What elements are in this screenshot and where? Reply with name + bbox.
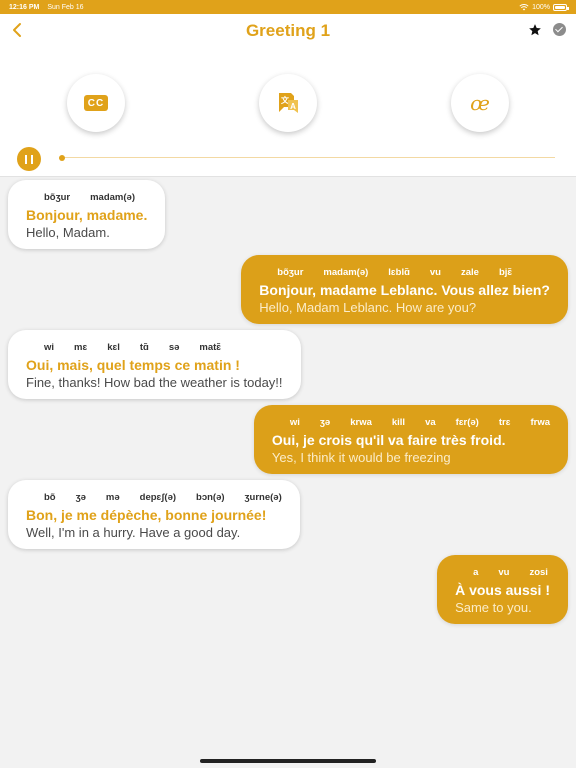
french-text: Bonjour, madame. — [26, 207, 148, 223]
phonetic-word: bɔn(ə) — [196, 492, 225, 503]
phonetic-word: depɛʃ(ə) — [139, 492, 177, 503]
french-text: Bonjour, madame Leblanc. Vous allez bien… — [259, 282, 550, 298]
wifi-icon — [519, 3, 529, 10]
phonetic-word: mə — [105, 492, 120, 503]
phonetic-word: kill — [391, 417, 406, 428]
phonetic-word: vu — [429, 267, 441, 278]
status-time: 12:16 PM — [9, 3, 40, 11]
phonetic-word: krwa — [350, 417, 372, 428]
english-text: Fine, thanks! How bad the weather is tod… — [26, 375, 283, 390]
french-text: À vous aussi ! — [455, 582, 550, 598]
french-text: Oui, je crois qu'il va faire très froid. — [271, 432, 506, 448]
phonetic-word: ʒə — [75, 492, 86, 503]
svg-text:A: A — [290, 102, 296, 111]
phonetic-word: trɛ — [498, 417, 511, 428]
message-bubble-3[interactable]: wi mɛ kɛl tɑ̃ sə matɛ̃ Oui, mais, quel t… — [8, 330, 301, 399]
phonetic-word: madam(ə) — [90, 192, 135, 203]
phonetic-word: bjɛ̃ — [498, 267, 513, 278]
phonetic-word: lɛblɑ̃ — [388, 267, 410, 278]
cc-icon: CC — [84, 95, 108, 111]
message-bubble-5[interactable]: bõ ʒə mə depɛʃ(ə) bɔn(ə) ʒurne(ə) Bon, j… — [8, 480, 300, 549]
header: Greeting 1 CC 文 A œ — [0, 14, 576, 177]
battery-icon — [553, 3, 569, 11]
english-text: Hello, Madam Leblanc. How are you? — [259, 300, 477, 315]
phonetic-word: frwa — [530, 417, 550, 428]
check-circle-icon[interactable] — [553, 23, 566, 36]
home-indicator — [200, 759, 376, 763]
phonetic-word: madam(ə) — [323, 267, 369, 278]
phonetic-word: a — [473, 567, 479, 578]
subtitles-button[interactable]: CC — [67, 74, 125, 132]
phonetic-word: wi — [289, 417, 300, 428]
pause-icon — [25, 154, 33, 164]
translate-icon: 文 A — [279, 93, 298, 113]
translate-button[interactable]: 文 A — [259, 74, 317, 132]
phonetic-row: wi ʒə krwa kill va fɛr(ə) trɛ frwa — [272, 417, 550, 428]
page-title: Greeting 1 — [245, 21, 331, 40]
phonetic-row: bõ ʒə mə depɛʃ(ə) bɔn(ə) ʒurne(ə) — [26, 492, 282, 503]
phonetic-button[interactable]: œ — [451, 74, 509, 132]
phonetic-word: zale — [460, 267, 479, 278]
status-right: 100% — [519, 3, 569, 11]
phonetic-word: vu — [498, 567, 510, 578]
progress-thumb[interactable] — [59, 155, 65, 161]
phonetic-word: bõʒur — [44, 192, 71, 203]
english-text: Yes, I think it would be freezing — [271, 450, 451, 465]
message-bubble-2[interactable]: bõʒur madam(ə) lɛblɑ̃ vu zale bjɛ̃ Bonjo… — [241, 255, 568, 324]
phonetic-word: kɛl — [107, 342, 120, 353]
phonetic-word: bõʒur — [277, 267, 304, 278]
phonetic-word: va — [425, 417, 436, 428]
phonetic-word: mɛ — [74, 342, 88, 353]
french-text: Oui, mais, quel temps ce matin ! — [26, 357, 240, 373]
french-text: Bon, je me dépèche, bonne journée! — [26, 507, 267, 523]
phonetic-row: wi mɛ kɛl tɑ̃ sə matɛ̃ — [26, 342, 283, 353]
phonetic-word: ʒurne(ə) — [244, 492, 282, 503]
pause-button[interactable] — [17, 147, 41, 171]
english-text: Well, I'm in a hurry. Have a good day. — [26, 525, 241, 540]
status-date: Sun Feb 16 — [47, 3, 84, 11]
phonetic-word: fɛr(ə) — [455, 417, 479, 428]
english-text: Same to you. — [455, 600, 532, 615]
message-bubble-4[interactable]: wi ʒə krwa kill va fɛr(ə) trɛ frwa Oui, … — [253, 405, 568, 474]
message-bubble-6[interactable]: a vu zosi À vous aussi ! Same to you. — [437, 555, 568, 624]
phonetic-word: tɑ̃ — [139, 342, 149, 353]
progress-track[interactable] — [61, 157, 555, 158]
battery-percent: 100% — [532, 3, 550, 11]
message-bubble-1[interactable]: bõʒur madam(ə) Bonjour, madame. Hello, M… — [8, 180, 166, 249]
status-bar: 12:16 PM Sun Feb 16 100% — [0, 0, 576, 14]
star-icon[interactable] — [528, 23, 542, 37]
phonetic-word: wi — [44, 342, 55, 353]
phonetic-word: sə — [168, 342, 180, 353]
english-text: Hello, Madam. — [26, 225, 110, 240]
phonetic-word: ʒə — [319, 417, 331, 428]
phonetic-word: zosi — [529, 567, 548, 578]
phonetic-word: bõ — [44, 492, 56, 503]
phonetic-row: bõʒur madam(ə) lɛblɑ̃ vu zale bjɛ̃ — [259, 267, 550, 278]
phonetic-row: bõʒur madam(ə) — [26, 192, 147, 203]
phonetic-icon: œ — [470, 91, 490, 115]
phonetic-word: matɛ̃ — [199, 342, 222, 353]
phonetic-row: a vu zosi — [455, 567, 550, 578]
